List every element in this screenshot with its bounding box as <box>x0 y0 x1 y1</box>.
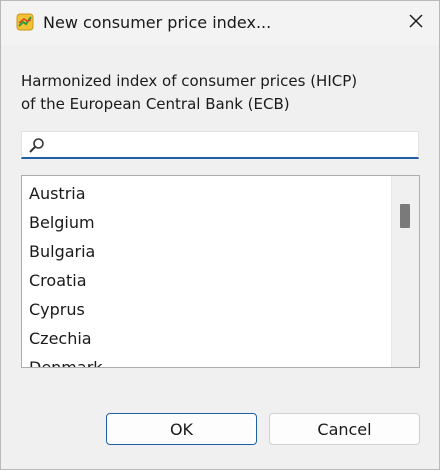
ok-button[interactable]: OK <box>106 413 257 445</box>
country-list-items: Austria Belgium Bulgaria Croatia Cyprus … <box>22 179 392 367</box>
window-title: New consumer price index... <box>43 13 272 32</box>
list-item[interactable]: Denmark <box>22 353 392 367</box>
dialog-description: Harmonized index of consumer prices (HIC… <box>21 70 421 116</box>
scrollbar-thumb[interactable] <box>400 204 410 228</box>
dialog-window: New consumer price index... Harmonized i… <box>0 0 440 470</box>
title-bar: New consumer price index... <box>1 1 439 45</box>
description-line-2: of the European Central Bank (ECB) <box>21 95 290 113</box>
list-item[interactable]: Czechia <box>22 324 392 353</box>
cancel-button[interactable]: Cancel <box>269 413 420 445</box>
list-item[interactable]: Croatia <box>22 266 392 295</box>
list-item[interactable]: Cyprus <box>22 295 392 324</box>
chart-app-icon <box>16 13 34 31</box>
list-item[interactable]: Bulgaria <box>22 237 392 266</box>
country-list[interactable]: Austria Belgium Bulgaria Croatia Cyprus … <box>21 175 420 368</box>
search-icon <box>28 137 46 155</box>
close-button[interactable] <box>393 1 439 45</box>
description-line-1: Harmonized index of consumer prices (HIC… <box>21 72 358 90</box>
list-item[interactable]: Austria <box>22 179 392 208</box>
search-box[interactable] <box>21 131 419 159</box>
list-item[interactable]: Belgium <box>22 208 392 237</box>
close-icon <box>408 13 424 33</box>
vertical-scrollbar[interactable] <box>391 176 419 367</box>
search-input[interactable] <box>50 134 410 156</box>
